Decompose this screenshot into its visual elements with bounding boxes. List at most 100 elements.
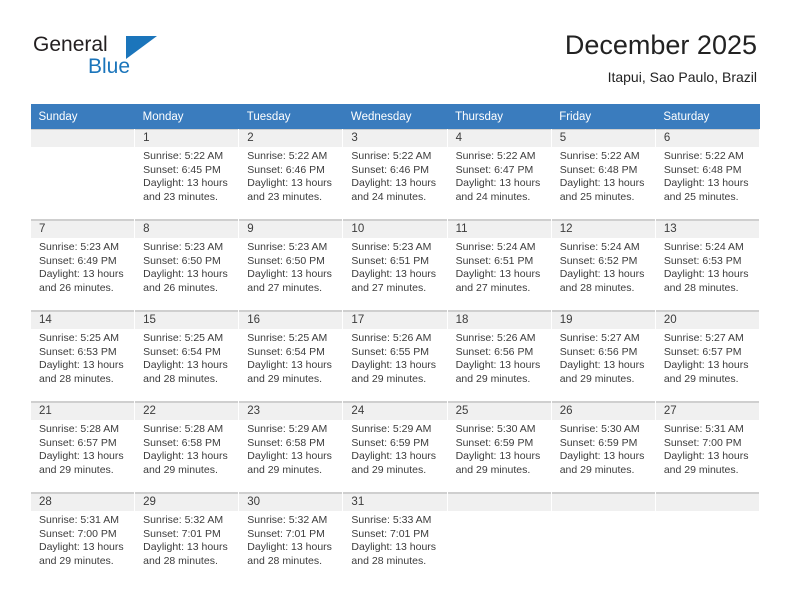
daylight-text-line1: Daylight: 13 hours: [247, 359, 332, 372]
sunrise-text: Sunrise: 5:26 AM: [455, 332, 536, 344]
sunset-text: Sunset: 6:56 PM: [455, 345, 534, 358]
weekday-header-friday: Friday: [551, 104, 656, 129]
sunrise-text: Sunrise: 5:29 AM: [351, 423, 432, 435]
daylight-text-line2: and 25 minutes.: [559, 190, 635, 203]
daylight-text-line1: Daylight: 13 hours: [39, 450, 124, 463]
daylight-text-line2: and 28 minutes.: [143, 554, 218, 567]
calendar-day-cell[interactable]: 17 Sunrise: 5:26 AM Sunset: 6:55 PM Dayligh…: [342, 310, 448, 402]
sunset-text: Sunset: 6:54 PM: [143, 345, 221, 358]
title-block: December 2025 Itapui, Sao Paulo, Brazil: [565, 28, 757, 86]
calendar-day-cell[interactable]: 16 Sunrise: 5:25 AM Sunset: 6:54 PM Dayligh…: [238, 310, 344, 402]
calendar-day-cell[interactable]: 5 Sunrise: 5:22 AM Sunset: 6:48 PM Daylight…: [550, 129, 656, 220]
day-details: Sunrise: 5:24 AM Sunset: 6:52 PM Daylight:…: [552, 238, 655, 295]
calendar-day-cell[interactable]: 18 Sunrise: 5:26 AM Sunset: 6:56 PM Dayligh…: [446, 310, 552, 402]
daylight-text-line1: Daylight: 13 hours: [143, 177, 228, 190]
sunset-text: Sunset: 6:46 PM: [247, 163, 325, 176]
calendar-day-cell[interactable]: 6 Sunrise: 5:22 AM Sunset: 6:48 PM Daylight…: [654, 129, 761, 220]
day-number: 16: [239, 311, 343, 329]
day-details: Sunrise: 5:28 AM Sunset: 6:58 PM Daylight:…: [135, 420, 238, 477]
calendar-day-cell[interactable]: 27 Sunrise: 5:31 AM Sunset: 7:00 PM Dayligh…: [654, 401, 761, 493]
sunset-text: Sunset: 6:49 PM: [39, 254, 117, 267]
day-details: [656, 511, 759, 514]
sunset-text: Sunset: 6:58 PM: [143, 436, 221, 449]
day-details: Sunrise: 5:25 AM Sunset: 6:53 PM Daylight:…: [31, 329, 134, 386]
daylight-text-line1: Daylight: 13 hours: [143, 268, 228, 281]
day-details: Sunrise: 5:22 AM Sunset: 6:46 PM Daylight:…: [239, 147, 342, 204]
daylight-text-line2: and 26 minutes.: [39, 281, 114, 294]
calendar-day-cell[interactable]: 29 Sunrise: 5:32 AM Sunset: 7:01 PM Dayligh…: [134, 492, 240, 583]
day-details: Sunrise: 5:22 AM Sunset: 6:48 PM Daylight:…: [656, 147, 759, 204]
calendar-cell-empty: [654, 492, 761, 583]
calendar-week-row: 14 Sunrise: 5:25 AM Sunset: 6:53 PM Dayligh…: [29, 310, 761, 402]
daylight-text-line2: and 28 minutes.: [247, 554, 322, 567]
daylight-text-line2: and 23 minutes.: [247, 190, 322, 203]
calendar-day-cell[interactable]: 23 Sunrise: 5:29 AM Sunset: 6:58 PM Dayligh…: [238, 401, 344, 493]
day-details: [448, 511, 551, 514]
sunrise-text: Sunrise: 5:24 AM: [455, 241, 536, 253]
calendar-day-cell[interactable]: 2 Sunrise: 5:22 AM Sunset: 6:46 PM Daylight…: [238, 129, 344, 220]
sunset-text: Sunset: 6:53 PM: [663, 254, 742, 267]
sunrise-text: Sunrise: 5:25 AM: [143, 332, 224, 344]
calendar-day-cell[interactable]: 4 Sunrise: 5:22 AM Sunset: 6:47 PM Daylight…: [446, 129, 552, 220]
calendar-grid: Sunday Monday Tuesday Wednesday Thursday Frid…: [29, 104, 761, 583]
daylight-text-line2: and 28 minutes.: [351, 554, 427, 567]
calendar-day-cell[interactable]: 3 Sunrise: 5:22 AM Sunset: 6:46 PM Daylight…: [342, 129, 448, 220]
day-details: Sunrise: 5:26 AM Sunset: 6:55 PM Daylight:…: [343, 329, 446, 386]
calendar-day-cell[interactable]: 22 Sunrise: 5:28 AM Sunset: 6:58 PM Dayligh…: [134, 401, 240, 493]
sunset-text: Sunset: 7:00 PM: [39, 527, 117, 540]
day-details: Sunrise: 5:28 AM Sunset: 6:57 PM Daylight:…: [31, 420, 134, 477]
sunrise-text: Sunrise: 5:28 AM: [143, 423, 224, 435]
general-blue-logo[interactable]: General Blue: [33, 33, 213, 83]
calendar-day-cell[interactable]: 8 Sunrise: 5:23 AM Sunset: 6:50 PM Daylight…: [134, 219, 240, 311]
sunset-text: Sunset: 6:50 PM: [247, 254, 325, 267]
day-details: [552, 511, 655, 514]
calendar-cell-empty: [29, 129, 136, 220]
calendar-day-cell[interactable]: 21 Sunrise: 5:28 AM Sunset: 6:57 PM Dayligh…: [29, 401, 136, 493]
sunrise-text: Sunrise: 5:24 AM: [559, 241, 640, 253]
page-header: General Blue December 2025 Itapui, Sao P…: [0, 0, 792, 100]
sunrise-text: Sunrise: 5:29 AM: [247, 423, 328, 435]
calendar-day-cell[interactable]: 25 Sunrise: 5:30 AM Sunset: 6:59 PM Dayligh…: [446, 401, 552, 493]
calendar-day-cell[interactable]: 10 Sunrise: 5:23 AM Sunset: 6:51 PM Dayligh…: [342, 219, 448, 311]
calendar-day-cell[interactable]: 28 Sunrise: 5:31 AM Sunset: 7:00 PM Dayligh…: [29, 492, 136, 583]
sunset-text: Sunset: 6:53 PM: [39, 345, 117, 358]
calendar-day-cell[interactable]: 7 Sunrise: 5:23 AM Sunset: 6:49 PM Daylight…: [29, 219, 136, 311]
calendar-day-cell[interactable]: 14 Sunrise: 5:25 AM Sunset: 6:53 PM Dayligh…: [29, 310, 136, 402]
calendar-day-cell[interactable]: 15 Sunrise: 5:25 AM Sunset: 6:54 PM Dayligh…: [134, 310, 240, 402]
daylight-text-line2: and 28 minutes.: [39, 372, 114, 385]
day-number: 18: [447, 311, 551, 329]
calendar-day-cell[interactable]: 13 Sunrise: 5:24 AM Sunset: 6:53 PM Dayligh…: [654, 219, 761, 311]
sunset-text: Sunset: 7:01 PM: [143, 527, 221, 540]
weekday-header-sunday: Sunday: [30, 104, 135, 129]
daylight-text-line1: Daylight: 13 hours: [143, 450, 228, 463]
calendar-day-cell[interactable]: 20 Sunrise: 5:27 AM Sunset: 6:57 PM Dayligh…: [654, 310, 761, 402]
daylight-text-line1: Daylight: 13 hours: [39, 268, 124, 281]
sunset-text: Sunset: 6:52 PM: [559, 254, 638, 267]
calendar-day-cell[interactable]: 11 Sunrise: 5:24 AM Sunset: 6:51 PM Dayligh…: [446, 219, 552, 311]
daylight-text-line2: and 26 minutes.: [143, 281, 218, 294]
calendar-day-cell[interactable]: 9 Sunrise: 5:23 AM Sunset: 6:50 PM Daylight…: [238, 219, 344, 311]
calendar-day-cell[interactable]: 26 Sunrise: 5:30 AM Sunset: 6:59 PM Dayligh…: [550, 401, 656, 493]
day-details: Sunrise: 5:22 AM Sunset: 6:48 PM Daylight:…: [552, 147, 655, 204]
calendar-week-row: 28 Sunrise: 5:31 AM Sunset: 7:00 PM Dayligh…: [29, 492, 761, 583]
calendar-day-cell[interactable]: 12 Sunrise: 5:24 AM Sunset: 6:52 PM Dayligh…: [550, 219, 656, 311]
day-number: 8: [135, 220, 239, 238]
day-details: Sunrise: 5:26 AM Sunset: 6:56 PM Daylight:…: [448, 329, 551, 386]
sunrise-text: Sunrise: 5:22 AM: [455, 150, 536, 162]
weekday-header-thursday: Thursday: [447, 104, 552, 129]
calendar-day-cell[interactable]: 24 Sunrise: 5:29 AM Sunset: 6:59 PM Dayligh…: [342, 401, 448, 493]
day-details: Sunrise: 5:22 AM Sunset: 6:45 PM Daylight:…: [135, 147, 238, 204]
daylight-text-line1: Daylight: 13 hours: [351, 541, 437, 554]
calendar-day-cell[interactable]: 30 Sunrise: 5:32 AM Sunset: 7:01 PM Dayligh…: [238, 492, 344, 583]
daylight-text-line1: Daylight: 13 hours: [663, 268, 749, 281]
daylight-text-line2: and 29 minutes.: [143, 463, 218, 476]
daylight-text-line2: and 24 minutes.: [455, 190, 531, 203]
calendar-day-cell[interactable]: 19 Sunrise: 5:27 AM Sunset: 6:56 PM Dayligh…: [550, 310, 656, 402]
sunset-text: Sunset: 6:57 PM: [663, 345, 742, 358]
daylight-text-line2: and 29 minutes.: [663, 372, 739, 385]
day-number: 24: [343, 402, 447, 420]
calendar-day-cell[interactable]: 31 Sunrise: 5:33 AM Sunset: 7:01 PM Dayligh…: [342, 492, 448, 583]
calendar-day-cell[interactable]: 1 Sunrise: 5:22 AM Sunset: 6:45 PM Daylight…: [134, 129, 240, 220]
day-details: Sunrise: 5:22 AM Sunset: 6:46 PM Daylight:…: [343, 147, 446, 204]
day-number: 9: [239, 220, 343, 238]
